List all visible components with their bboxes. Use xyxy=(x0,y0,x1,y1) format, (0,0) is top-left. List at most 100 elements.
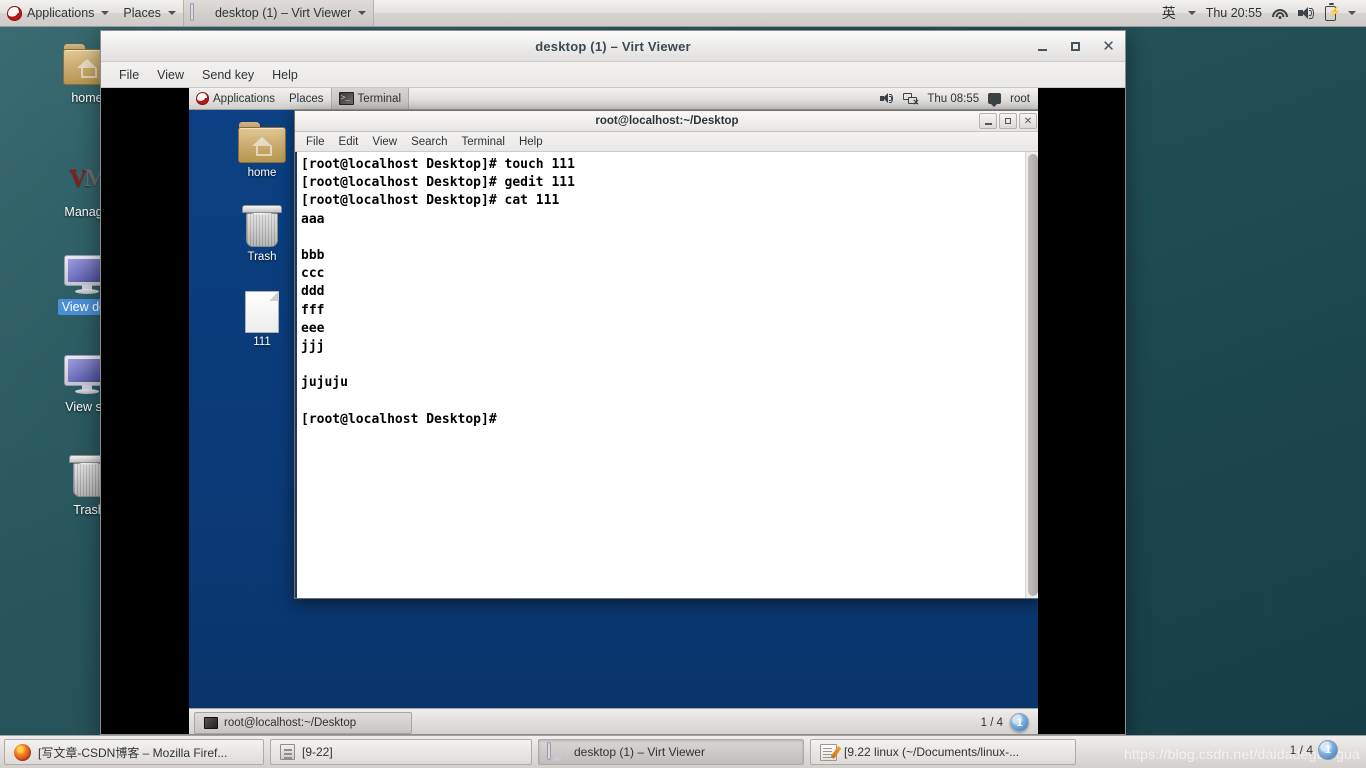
terminal-menubar: File Edit View Search Terminal Help xyxy=(295,132,1038,152)
maximize-icon[interactable] xyxy=(1067,38,1084,55)
guest-desktop-icon-trash[interactable]: Trash xyxy=(229,205,295,263)
host-clock[interactable]: Thu 20:55 xyxy=(1206,6,1262,20)
guest-workspace-badge[interactable]: 1 xyxy=(1010,713,1029,732)
user-icon xyxy=(988,93,1002,107)
host-desktop: home VM Manage View des View se Trash de… xyxy=(0,0,1366,768)
virt-viewer-window[interactable]: desktop (1) – Virt Viewer ✕ File View Se… xyxy=(100,30,1126,735)
host-window-button-virt-viewer[interactable]: desktop (1) – Virt Viewer xyxy=(182,0,375,26)
guest-applications-menu[interactable]: Applications xyxy=(189,88,282,109)
virt-viewer-window-controls: ✕ xyxy=(1034,31,1117,62)
terminal-icon xyxy=(204,716,218,729)
taskbar-button-virt-viewer[interactable]: desktop (1) – Virt Viewer xyxy=(538,739,804,765)
terminal-menu-view[interactable]: View xyxy=(365,134,404,150)
terminal-output: [root@localhost Desktop]# touch 111 [roo… xyxy=(301,157,575,427)
guest-top-panel: Applications Places >_ Terminal ✕ Thu 08… xyxy=(189,88,1038,110)
guest-desktop-icon-label: Trash xyxy=(247,251,277,263)
text-file-icon xyxy=(245,291,279,333)
host-taskbar: [写文章-CSDN博客 – Mozilla Firef... [9-22] de… xyxy=(0,735,1366,768)
taskbar-button-gedit[interactable]: [9.22 linux (~/Documents/linux-... xyxy=(810,739,1076,765)
guest-applications-label: Applications xyxy=(213,92,276,105)
archive-icon xyxy=(280,744,295,760)
close-icon[interactable]: ✕ xyxy=(1019,113,1037,129)
guest-places-menu[interactable]: Places xyxy=(282,88,331,109)
places-menu-label: Places xyxy=(123,6,161,20)
virt-viewer-titlebar[interactable]: desktop (1) – Virt Viewer ✕ xyxy=(101,31,1125,62)
guest-screen[interactable]: Applications Places >_ Terminal ✕ Thu 08… xyxy=(189,88,1038,734)
guest-taskbar: root@localhost:~/Desktop 1 / 4 1 xyxy=(189,708,1038,734)
host-workspace-badge[interactable]: 1 xyxy=(1318,740,1338,760)
maximize-icon[interactable] xyxy=(999,113,1017,129)
chevron-down-icon[interactable] xyxy=(1348,11,1356,15)
virt-viewer-menubar: File View Send key Help xyxy=(101,62,1125,88)
taskbar-button-label: [9.22 linux (~/Documents/linux-... xyxy=(844,745,1020,759)
volume-icon[interactable] xyxy=(880,93,894,104)
applications-menu-label: Applications xyxy=(27,6,95,20)
guest-task-button-label: root@localhost:~/Desktop xyxy=(224,716,357,729)
wifi-icon[interactable] xyxy=(1272,7,1288,19)
guest-desktop-icon-label: home xyxy=(247,167,277,179)
terminal-title: root@localhost:~/Desktop xyxy=(595,115,739,127)
taskbar-button-label: desktop (1) – Virt Viewer xyxy=(574,745,705,759)
terminal-scrollbar-thumb[interactable] xyxy=(1028,154,1038,596)
guest-window-button-terminal[interactable]: >_ Terminal xyxy=(330,88,410,109)
chevron-down-icon xyxy=(101,11,110,15)
volume-icon[interactable] xyxy=(1298,6,1315,20)
guest-window-button-label: Terminal xyxy=(357,92,402,105)
chevron-down-icon[interactable] xyxy=(1187,11,1196,15)
virt-viewer-icon xyxy=(548,743,567,761)
virt-viewer-icon xyxy=(190,4,210,22)
terminal-menu-help[interactable]: Help xyxy=(512,134,550,150)
virt-viewer-title: desktop (1) – Virt Viewer xyxy=(535,38,691,54)
menu-help[interactable]: Help xyxy=(263,65,307,85)
guest-workspace-switcher[interactable]: 1 / 4 1 xyxy=(981,713,1033,732)
virt-viewer-display-area[interactable]: Applications Places >_ Terminal ✕ Thu 08… xyxy=(101,88,1125,734)
guest-user-label[interactable]: root xyxy=(1010,93,1030,105)
minimize-icon[interactable] xyxy=(1034,38,1051,55)
network-icon[interactable]: ✕ xyxy=(903,92,919,107)
terminal-menu-terminal[interactable]: Terminal xyxy=(455,134,512,150)
guest-clock[interactable]: Thu 08:55 xyxy=(927,93,979,105)
menu-view[interactable]: View xyxy=(148,65,193,85)
terminal-window-controls: ✕ xyxy=(979,113,1037,129)
terminal-menu-file[interactable]: File xyxy=(299,134,332,150)
gedit-icon xyxy=(820,743,837,761)
menu-send-key[interactable]: Send key xyxy=(193,65,263,85)
close-icon[interactable]: ✕ xyxy=(1100,38,1117,55)
taskbar-button-firefox[interactable]: [写文章-CSDN博客 – Mozilla Firef... xyxy=(4,739,264,765)
fedora-logo-icon xyxy=(7,5,22,21)
applications-menu[interactable]: Applications xyxy=(0,0,116,26)
taskbar-button-label: [写文章-CSDN博客 – Mozilla Firef... xyxy=(38,745,228,760)
taskbar-button-label: [9-22] xyxy=(302,745,333,759)
minimize-icon[interactable] xyxy=(979,113,997,129)
chevron-down-icon xyxy=(167,11,176,15)
fedora-logo-icon xyxy=(196,92,209,105)
guest-desktop-icon-home[interactable]: home xyxy=(229,122,295,179)
terminal-menu-edit[interactable]: Edit xyxy=(332,134,366,150)
menu-file[interactable]: File xyxy=(110,65,148,85)
host-workspace-indicator: 1 / 4 xyxy=(1289,743,1313,757)
terminal-scrollbar[interactable] xyxy=(1025,152,1038,598)
home-folder-icon xyxy=(238,122,286,164)
trash-icon xyxy=(242,205,282,248)
battery-icon[interactable]: ⚡ xyxy=(1325,3,1341,21)
guest-desktop-icon-111[interactable]: 111 xyxy=(229,291,295,348)
host-window-button-label: desktop (1) – Virt Viewer xyxy=(214,6,352,20)
host-panel-status-area: 英 Thu 20:55 ⚡ xyxy=(1162,3,1366,23)
terminal-menu-search[interactable]: Search xyxy=(404,134,454,150)
terminal-content-area[interactable]: [root@localhost Desktop]# touch 111 [roo… xyxy=(295,152,1038,598)
terminal-icon: >_ xyxy=(338,92,354,105)
host-workspace-switcher[interactable]: 1 / 4 1 xyxy=(1290,740,1338,760)
guest-workspace-indicator: 1 / 4 xyxy=(980,716,1003,729)
terminal-window[interactable]: root@localhost:~/Desktop ✕ File Edit Vie… xyxy=(294,110,1038,599)
guest-places-label: Places xyxy=(289,92,324,105)
places-menu[interactable]: Places xyxy=(116,0,183,26)
guest-panel-status-area: ✕ Thu 08:55 root xyxy=(880,92,1038,107)
terminal-titlebar[interactable]: root@localhost:~/Desktop ✕ xyxy=(295,111,1038,132)
host-top-panel: Applications Places desktop (1) – Virt V… xyxy=(0,0,1366,27)
firefox-icon xyxy=(14,743,31,761)
taskbar-button-archive[interactable]: [9-22] xyxy=(270,739,532,765)
chevron-down-icon xyxy=(358,11,367,15)
input-method-label[interactable]: 英 xyxy=(1162,3,1176,23)
guest-desktop-icon-label: 111 xyxy=(253,336,271,348)
guest-task-button-terminal[interactable]: root@localhost:~/Desktop xyxy=(194,711,412,734)
